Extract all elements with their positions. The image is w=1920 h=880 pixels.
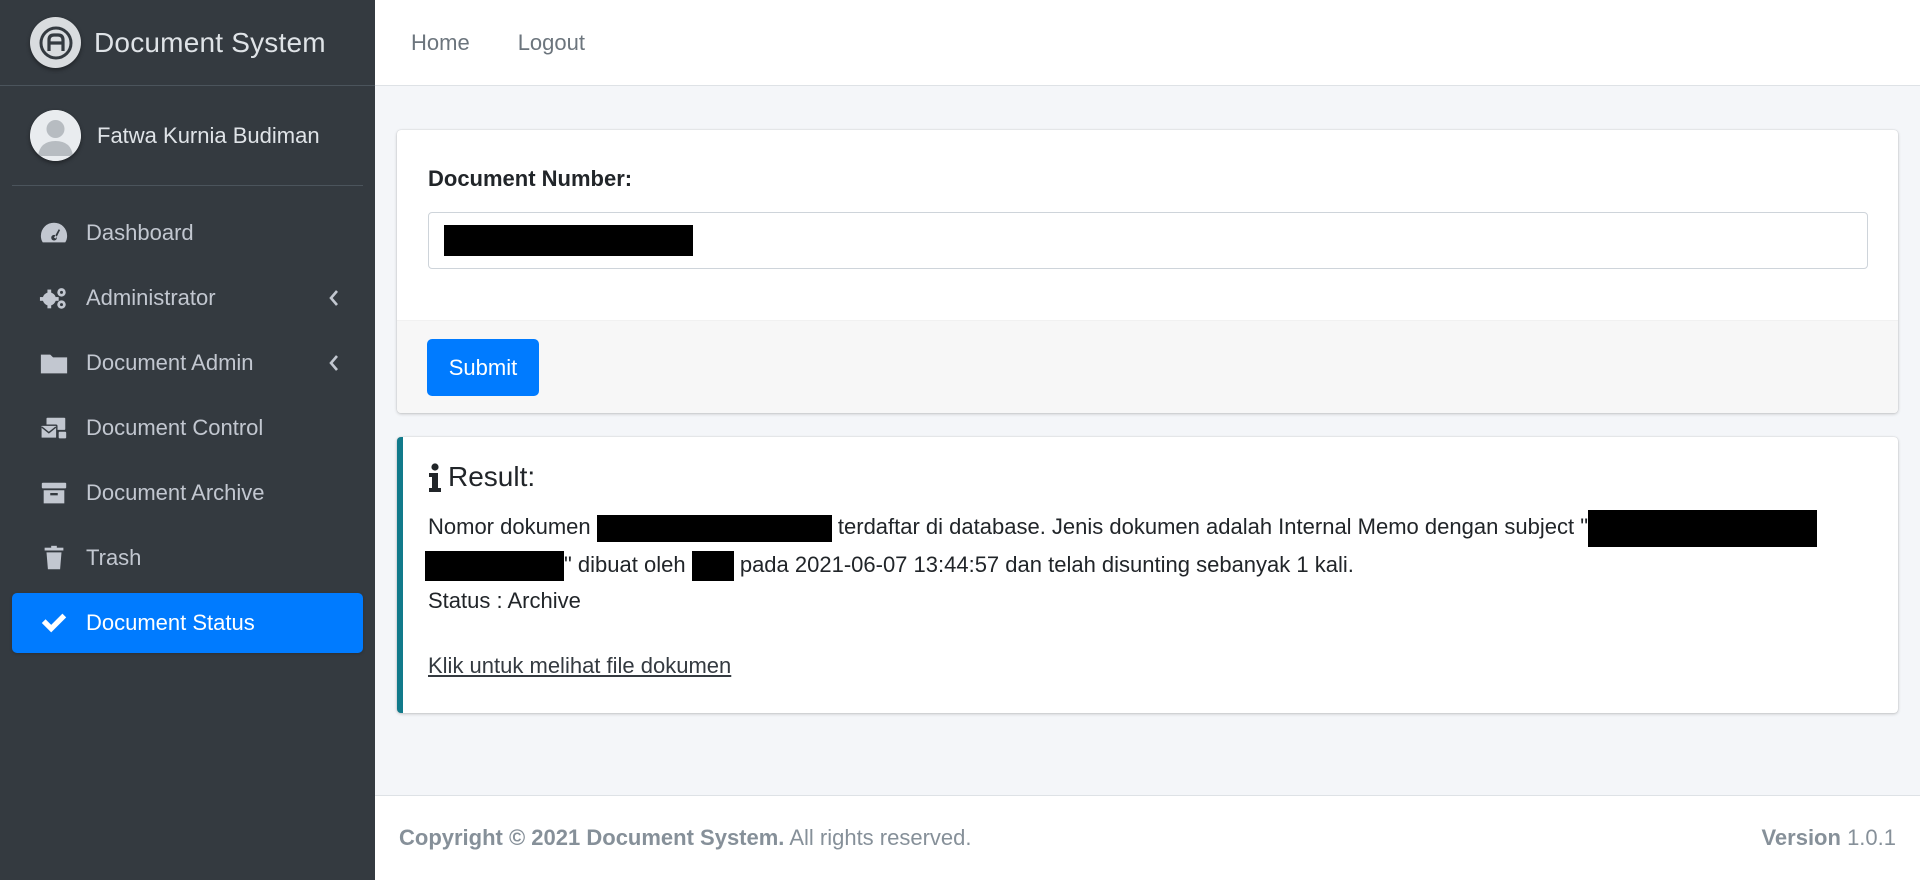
sidebar-item-document-admin[interactable]: Document Admin bbox=[12, 333, 363, 393]
version-value: 1.0.1 bbox=[1847, 825, 1896, 850]
folder-icon bbox=[38, 349, 70, 377]
result-title: Result: bbox=[448, 461, 536, 492]
sidebar-item-label: Document Archive bbox=[86, 480, 265, 505]
redacted-subject-cont bbox=[425, 550, 564, 581]
avatar bbox=[30, 110, 81, 161]
view-document-link[interactable]: Klik untuk melihat file dokumen bbox=[428, 653, 731, 679]
nav-home-link[interactable]: Home bbox=[411, 30, 470, 56]
mail-bulk-icon bbox=[38, 414, 70, 442]
copyright-rest: All rights reserved. bbox=[789, 825, 972, 850]
document-number-input[interactable] bbox=[428, 212, 1868, 269]
info-icon bbox=[429, 462, 441, 492]
sidebar: Document System Fatwa Kurnia Budiman Das… bbox=[0, 0, 375, 880]
document-number-form: Document Number: Submit bbox=[397, 130, 1898, 413]
sidebar-item-label: Dashboard bbox=[86, 220, 194, 245]
sidebar-item-label: Administrator bbox=[86, 285, 216, 310]
brand-link[interactable]: Document System bbox=[0, 0, 375, 86]
copyright-bold: Copyright © 2021 Document System. bbox=[399, 825, 785, 850]
result-text-1: Nomor dokumen bbox=[428, 514, 591, 539]
check-icon bbox=[38, 609, 70, 637]
sidebar-nav: Dashboard Administrator Document Admin D… bbox=[0, 203, 375, 653]
trash-icon bbox=[38, 544, 70, 572]
archive-icon bbox=[38, 479, 70, 507]
page-footer: Copyright © 2021 Document System. All ri… bbox=[375, 795, 1920, 880]
redacted-author bbox=[691, 550, 734, 581]
result-message: Nomor dokumen terdaftar di database. Jen… bbox=[425, 509, 1878, 583]
sidebar-item-label: Document Control bbox=[86, 415, 264, 440]
copyright: Copyright © 2021 Document System. All ri… bbox=[399, 825, 972, 851]
form-footer: Submit bbox=[397, 320, 1898, 413]
sidebar-item-label: Document Status bbox=[86, 610, 255, 635]
sidebar-item-label: Document Admin bbox=[86, 350, 254, 375]
result-callout: Result: Nomor dokumen terdaftar di datab… bbox=[397, 437, 1898, 713]
result-text-4: pada 2021-06-07 13:44:57 dan telah disun… bbox=[739, 551, 1354, 577]
sidebar-item-administrator[interactable]: Administrator bbox=[12, 268, 363, 328]
result-text-3: " dibuat oleh bbox=[564, 551, 686, 577]
chevron-left-icon bbox=[329, 290, 338, 306]
result-status: Status : Archive bbox=[428, 587, 581, 613]
redacted-value bbox=[444, 225, 693, 256]
redacted-subject bbox=[1588, 509, 1818, 547]
chevron-left-icon bbox=[329, 355, 338, 371]
sidebar-item-document-archive[interactable]: Document Archive bbox=[12, 463, 363, 523]
top-navbar: Home Logout bbox=[375, 0, 1920, 86]
sidebar-item-document-status[interactable]: Document Status bbox=[12, 593, 363, 653]
version: Version 1.0.1 bbox=[1761, 825, 1896, 851]
result-text-2: terdaftar di database. Jenis dokumen ada… bbox=[837, 514, 1589, 539]
brand-logo-icon bbox=[30, 17, 81, 68]
sidebar-item-document-control[interactable]: Document Control bbox=[12, 398, 363, 458]
user-name[interactable]: Fatwa Kurnia Budiman bbox=[97, 123, 320, 149]
brand-title: Document System bbox=[94, 26, 326, 58]
cogs-icon bbox=[38, 284, 70, 312]
document-number-label: Document Number: bbox=[428, 166, 633, 191]
version-label: Version bbox=[1761, 825, 1841, 850]
submit-button[interactable]: Submit bbox=[427, 339, 539, 396]
tachometer-icon bbox=[38, 219, 70, 247]
result-heading: Result: bbox=[428, 461, 1878, 493]
sidebar-item-dashboard[interactable]: Dashboard bbox=[12, 203, 363, 263]
user-panel[interactable]: Fatwa Kurnia Budiman bbox=[12, 86, 363, 186]
redacted-doc-number bbox=[596, 514, 832, 542]
form-body: Document Number: bbox=[397, 130, 1898, 320]
sidebar-item-label: Trash bbox=[86, 545, 142, 570]
sidebar-item-trash[interactable]: Trash bbox=[12, 528, 363, 588]
nav-logout-link[interactable]: Logout bbox=[518, 30, 585, 56]
